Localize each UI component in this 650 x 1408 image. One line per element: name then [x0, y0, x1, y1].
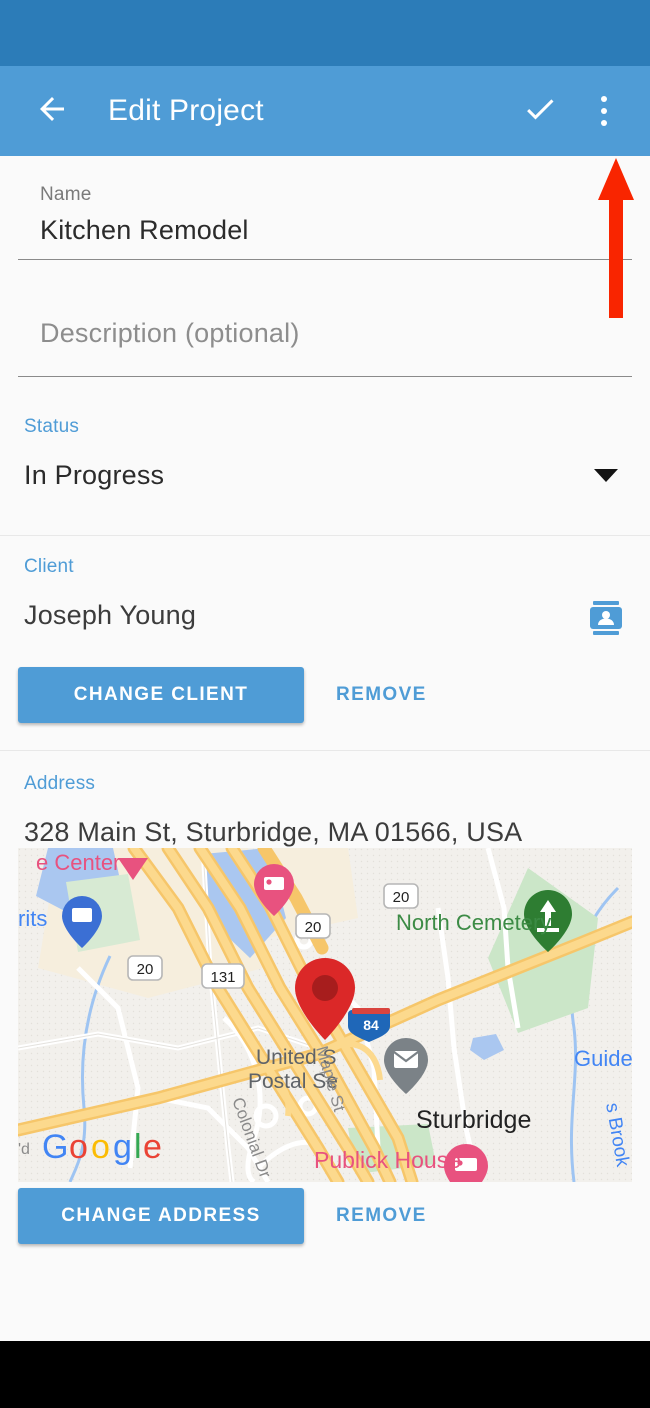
svg-text:20: 20 [137, 961, 154, 978]
svg-text:G: G [42, 1128, 68, 1166]
description-field-underline [18, 376, 632, 377]
svg-text:131: 131 [210, 969, 235, 986]
remove-address-button[interactable]: REMOVE [336, 1188, 427, 1244]
change-client-button[interactable]: CHANGE CLIENT [18, 667, 304, 723]
route-shield-131: 131 [201, 963, 245, 989]
svg-text:Sturbridge: Sturbridge [416, 1106, 531, 1134]
route-shield-20-c: 20 [383, 883, 419, 909]
back-button[interactable] [16, 75, 88, 147]
address-label: Address [24, 773, 96, 794]
svg-text:l: l [134, 1128, 142, 1166]
svg-text:e Center: e Center [36, 850, 120, 875]
svg-text:rits: rits [18, 906, 47, 931]
svg-text:84: 84 [363, 1017, 379, 1033]
address-map[interactable]: 20 20 131 20 84 e Center rits North Ceme… [18, 848, 632, 1182]
svg-text:'d: 'd [18, 1141, 30, 1158]
overflow-menu-button[interactable] [572, 75, 636, 147]
google-logo: G o o g l e [42, 1128, 162, 1166]
edit-project-form: Name Kitchen Remodel Description (option… [0, 156, 650, 1341]
client-section: Client Joseph Young [0, 556, 650, 631]
svg-text:e: e [143, 1128, 162, 1166]
arrow-back-icon [34, 91, 70, 132]
map-canvas: 20 20 131 20 84 e Center rits North Ceme… [18, 848, 632, 1182]
divider-client-address [0, 750, 650, 751]
description-input[interactable]: Description (optional) [40, 318, 650, 349]
confirm-button[interactable] [508, 75, 572, 147]
more-vert-icon [601, 96, 607, 126]
name-field-group[interactable]: Name Kitchen Remodel [0, 184, 650, 246]
app-bar: Edit Project [0, 66, 650, 156]
system-navigation-bar [0, 1341, 650, 1408]
svg-text:g: g [113, 1128, 132, 1166]
svg-text:20: 20 [393, 889, 410, 906]
svg-text:Guide t: Guide t [574, 1046, 632, 1071]
change-address-button[interactable]: CHANGE ADDRESS [18, 1188, 304, 1244]
status-bar [0, 0, 650, 66]
name-input[interactable]: Kitchen Remodel [40, 215, 650, 246]
svg-text:o: o [91, 1128, 110, 1166]
annotation-arrow-to-overflow-menu [596, 158, 636, 318]
svg-text:20: 20 [305, 919, 322, 936]
name-field-label: Name [40, 184, 92, 205]
contact-card-icon[interactable] [590, 601, 622, 640]
description-field-group[interactable]: Description (optional) [0, 318, 650, 349]
client-label: Client [24, 556, 74, 577]
status-field-group[interactable]: Status In Progress [0, 416, 650, 491]
client-name: Joseph Young [24, 600, 197, 630]
divider-status-client [0, 535, 650, 536]
chevron-down-icon[interactable] [594, 469, 618, 488]
svg-text:North Cemetery: North Cemetery [396, 910, 551, 935]
remove-client-button[interactable]: REMOVE [336, 667, 427, 723]
status-label: Status [24, 416, 80, 437]
name-field-underline [18, 259, 632, 260]
svg-text:Publick House: Publick House [314, 1147, 461, 1173]
route-shield-20-b: 20 [295, 913, 331, 939]
status-value[interactable]: In Progress [24, 460, 650, 491]
check-icon [522, 91, 558, 132]
phone-screen: Edit Project Name Kitchen Remodel Descri… [0, 0, 650, 1408]
route-shield-20-a: 20 [127, 955, 163, 981]
page-title: Edit Project [108, 94, 264, 127]
address-value: 328 Main St, Sturbridge, MA 01566, USA [24, 817, 523, 847]
address-section: Address 328 Main St, Sturbridge, MA 0156… [0, 773, 650, 848]
svg-text:o: o [69, 1128, 88, 1166]
